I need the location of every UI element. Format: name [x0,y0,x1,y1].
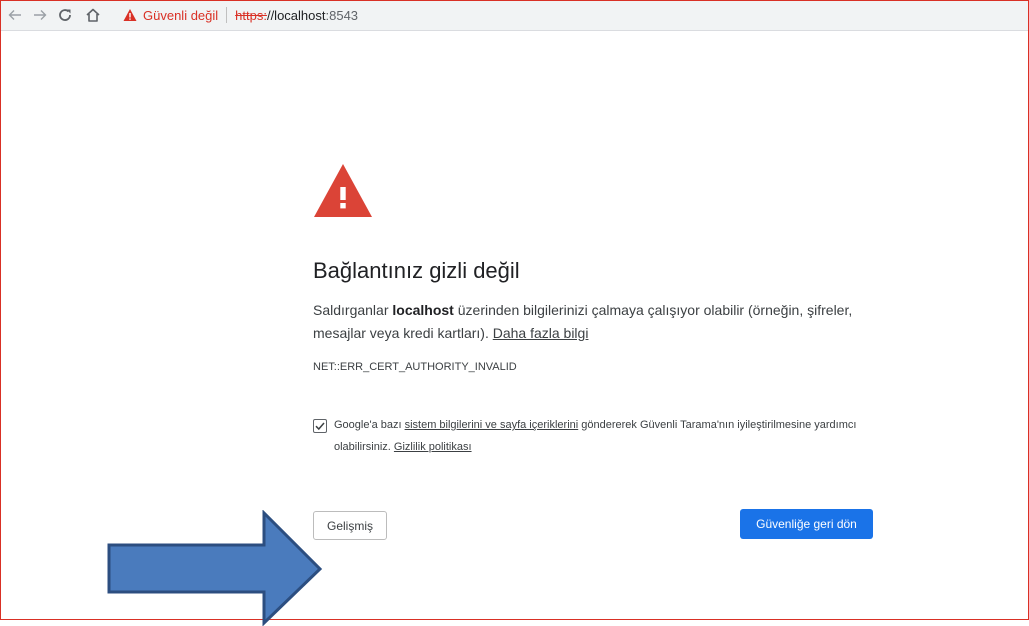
url-scheme: https: [235,7,267,23]
address-bar[interactable]: Güvenli değil https://localhost:8543 [123,3,1028,27]
error-code: NET::ERR_CERT_AUTHORITY_INVALID [313,361,517,373]
desc-hostname: localhost [392,302,454,318]
forward-icon[interactable] [30,5,50,25]
error-description: Saldırganlar localhost üzerinden bilgile… [313,299,873,345]
optin-text: Google'a bazı sistem bilgilerini ve sayf… [334,414,879,458]
optin-text-start: Google'a bazı [334,419,405,431]
security-status-label[interactable]: Güvenli değil [143,8,218,23]
reload-icon[interactable] [55,5,75,25]
checkmark-icon [315,422,325,431]
back-to-safety-button[interactable]: Güvenliğe geri dön [740,509,873,539]
optin-checkbox[interactable] [313,419,327,433]
url-port: :8543 [325,7,359,23]
large-warning-icon [314,164,372,217]
learn-more-link[interactable]: Daha fazla bilgi [493,325,589,341]
address-separator [226,7,228,23]
annotation-arrow [107,510,323,626]
page-title: Bağlantınız gizli değil [313,258,520,283]
privacy-policy-link[interactable]: Gizlilik politikası [394,441,472,453]
back-icon[interactable] [5,5,25,25]
home-icon[interactable] [83,5,103,25]
not-secure-warning-icon[interactable] [123,8,137,22]
system-info-link[interactable]: sistem bilgilerini ve sayfa içeriklerini [405,419,579,431]
browser-toolbar: Güvenli değil https://localhost:8543 [1,1,1028,31]
url-host: //localhost [266,7,326,23]
advanced-button[interactable]: Gelişmiş [313,511,387,540]
desc-text-start: Saldırganlar [313,302,393,318]
